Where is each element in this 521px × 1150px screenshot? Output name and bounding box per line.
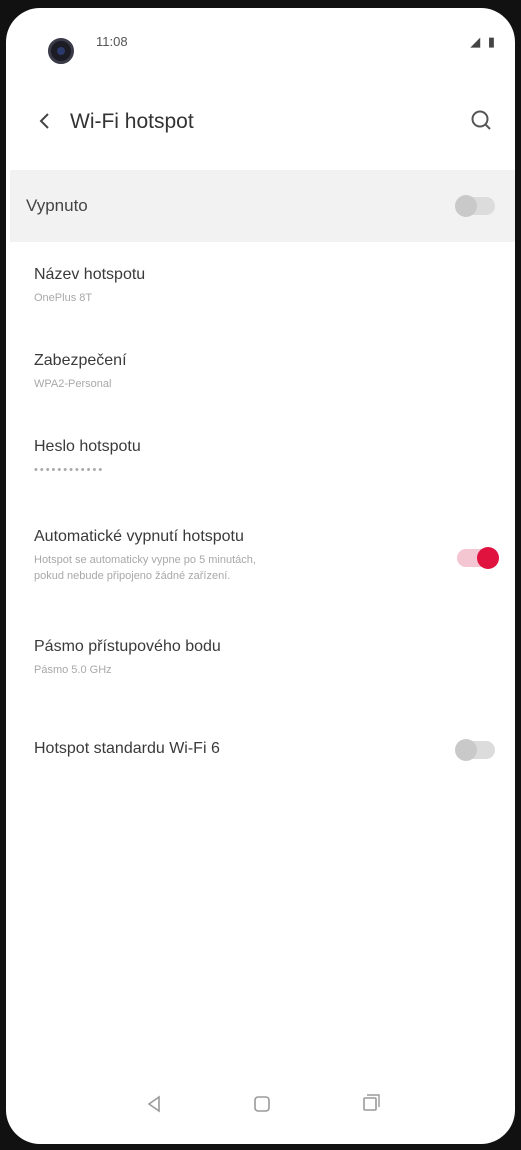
switch-knob — [455, 739, 477, 761]
switch-knob — [477, 547, 499, 569]
back-button[interactable] — [32, 108, 58, 134]
recents-icon — [363, 1094, 380, 1111]
hotspot-status-label: Vypnuto — [26, 196, 88, 215]
setting-value: Pásmo 5.0 GHz — [34, 664, 112, 676]
nav-recents-button[interactable] — [358, 1092, 382, 1116]
app-header: Wi-Fi hotspot — [6, 96, 515, 146]
wifi6-hotspot-switch[interactable] — [455, 739, 495, 761]
setting-title: Automatické vypnutí hotspotu — [34, 528, 244, 545]
nav-home-button[interactable] — [250, 1092, 274, 1116]
setting-title: Název hotspotu — [34, 266, 146, 283]
setting-value: OnePlus 8T — [34, 292, 93, 304]
home-icon — [254, 1096, 270, 1112]
page-title: Wi-Fi hotspot — [70, 110, 194, 133]
setting-hotspot-name[interactable]: Název hotspotu OnePlus 8T — [6, 260, 515, 324]
navigation-bar — [6, 1064, 515, 1144]
phone-screen: 11:08 ◢ ▮ Wi-Fi hotspot Vypnuto Název ho… — [6, 8, 515, 1144]
triangle-back-icon — [147, 1095, 160, 1113]
search-icon — [471, 110, 491, 130]
setting-title: Zabezpečení — [34, 352, 127, 369]
setting-auto-off[interactable]: Automatické vypnutí hotspotu Hotspot se … — [6, 520, 515, 604]
setting-value: •••••••••••• — [34, 464, 105, 476]
status-time: 11:08 — [96, 34, 128, 49]
chevron-left-icon — [39, 113, 49, 129]
setting-description-line1: Hotspot se automaticky vypne po 5 minutá… — [34, 554, 256, 566]
hotspot-master-toggle-row[interactable]: Vypnuto — [10, 170, 515, 242]
setting-description-line2: pokud nebude připojeno žádné zařízení. — [34, 570, 231, 582]
setting-title: Pásmo přístupového bodu — [34, 638, 221, 655]
status-icons: ◢ ▮ — [470, 34, 497, 49]
setting-value: WPA2-Personal — [34, 378, 112, 390]
auto-off-switch[interactable] — [457, 547, 499, 569]
search-button[interactable] — [467, 106, 497, 136]
switch-knob — [455, 195, 477, 217]
status-bar: 11:08 ◢ ▮ — [6, 8, 515, 78]
setting-access-point-band[interactable]: Pásmo přístupového bodu Pásmo 5.0 GHz — [6, 632, 515, 696]
setting-hotspot-password[interactable]: Heslo hotspotu •••••••••••• — [6, 432, 515, 496]
setting-title: Heslo hotspotu — [34, 438, 141, 455]
setting-wifi6-hotspot[interactable]: Hotspot standardu Wi-Fi 6 — [6, 728, 515, 772]
hotspot-master-switch[interactable] — [455, 195, 495, 217]
setting-security[interactable]: Zabezpečení WPA2-Personal — [6, 346, 515, 410]
nav-back-button[interactable] — [142, 1092, 166, 1116]
setting-title: Hotspot standardu Wi-Fi 6 — [34, 740, 220, 757]
front-camera — [48, 38, 74, 64]
